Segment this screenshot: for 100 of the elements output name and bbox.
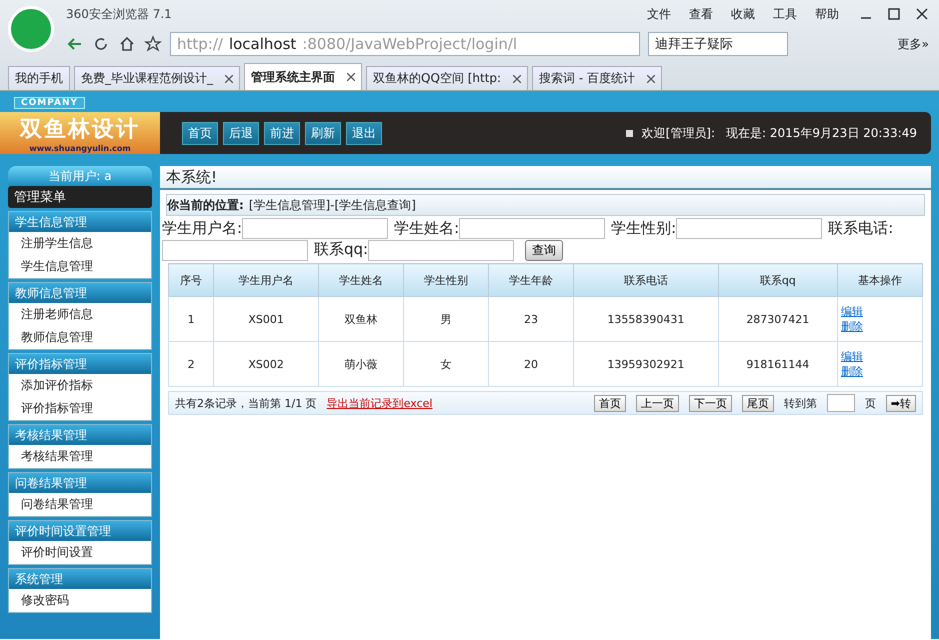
field-label: 联系qq: — [314, 240, 368, 258]
bullet-icon — [626, 130, 633, 136]
menu-item[interactable]: 评价时间设置 — [9, 541, 151, 564]
edit-link[interactable]: 编辑 — [840, 349, 863, 364]
field-label: 联系电话: — [828, 219, 894, 237]
menu-item[interactable]: 修改密码 — [9, 589, 151, 612]
input-field[interactable] — [368, 240, 514, 261]
menu-group-header[interactable]: 系统管理 — [9, 569, 151, 589]
pager-button[interactable]: 尾页 — [742, 394, 774, 412]
column-header: 学生性别 — [404, 264, 489, 297]
input-field[interactable] — [162, 240, 308, 261]
current-user: 当前用户: a — [8, 166, 152, 186]
menu-item[interactable]: 评价指标管理 — [9, 397, 151, 420]
menu-item[interactable]: 教师信息管理 — [9, 326, 151, 349]
table-cell: 13959302921 — [574, 342, 718, 387]
table-cell: 萌小薇 — [318, 342, 404, 387]
page-input[interactable] — [826, 394, 855, 412]
page-label: 页 — [864, 396, 876, 411]
close-icon[interactable] — [915, 7, 929, 21]
address-field[interactable]: http:// localhost :8080/JavaWebProject/login/l — [170, 32, 640, 56]
pager-button[interactable]: 上一页 — [636, 394, 679, 412]
delete-link[interactable]: 删除 — [840, 319, 863, 334]
close-icon[interactable] — [347, 73, 355, 81]
menu-item[interactable]: 注册老师信息 — [9, 303, 151, 326]
site-logo: 双鱼林设计 www.shuangyulin.com — [0, 112, 160, 154]
nav-button[interactable]: 首页 — [182, 122, 218, 144]
browser-tab[interactable]: 管理系统主界面 — [244, 63, 362, 90]
current-time: 现在是: 2015年9月23日 20:33:49 — [726, 124, 917, 142]
menu-item[interactable]: 注册学生信息 — [9, 232, 151, 255]
scrolling-notice: 本系统! — [160, 166, 931, 190]
table-cell: XS001 — [214, 296, 319, 342]
menu-group-header[interactable]: 评价时间设置管理 — [9, 521, 151, 541]
goto-label: 转到第 — [784, 396, 817, 411]
nav-button[interactable]: 后退 — [223, 122, 259, 144]
delete-link[interactable]: 删除 — [840, 364, 863, 380]
pager-button[interactable]: 下一页 — [688, 394, 732, 412]
menu-item[interactable]: 收藏 — [731, 6, 755, 22]
refresh-icon[interactable] — [92, 35, 110, 53]
close-icon[interactable] — [225, 74, 233, 82]
browser-tab[interactable]: 我的手机 — [8, 66, 70, 90]
export-link[interactable]: 导出当前记录到excel — [326, 396, 432, 411]
record-summary: 共有2条记录，当前第 1/1 页 — [175, 396, 317, 411]
edit-link[interactable]: 编辑 — [840, 304, 863, 320]
maximize-icon[interactable] — [887, 7, 901, 21]
menu-item[interactable]: 文件 — [647, 6, 671, 22]
menu-item[interactable]: 添加评价指标 — [9, 374, 151, 397]
company-badge: COMPANY — [14, 97, 85, 109]
menu-item[interactable]: 帮助 — [815, 6, 839, 22]
menu-item[interactable]: 考核结果管理 — [9, 445, 151, 468]
nav-button[interactable]: 刷新 — [305, 122, 341, 144]
star-icon[interactable] — [144, 35, 162, 53]
table-cell: 23 — [488, 296, 574, 342]
more-menu[interactable]: 更多» — [898, 36, 929, 52]
menu-item[interactable]: 学生信息管理 — [9, 255, 151, 278]
go-button[interactable]: ➡转 — [886, 394, 916, 412]
column-header: 联系电话 — [574, 264, 718, 297]
browser-tab[interactable]: 双鱼林的QQ空间 [http: — [366, 66, 528, 90]
column-header: 学生年龄 — [488, 264, 574, 297]
table-cell: XS002 — [214, 342, 319, 387]
menu-item[interactable]: 工具 — [773, 6, 797, 22]
column-header: 联系qq — [718, 264, 838, 297]
menu-title: 管理菜单 — [8, 186, 152, 208]
table-cell: 918161144 — [718, 342, 838, 387]
input-field[interactable] — [242, 218, 388, 240]
search-field[interactable]: 迪拜王子疑际 — [648, 32, 788, 56]
menu-group-header[interactable]: 问卷结果管理 — [9, 473, 151, 493]
query-button[interactable]: 查询 — [524, 240, 563, 262]
menu-group-header[interactable]: 教师信息管理 — [9, 283, 151, 303]
table-cell: 男 — [404, 296, 489, 342]
table-cell: 287307421 — [718, 296, 838, 342]
nav-button[interactable]: 前进 — [264, 122, 300, 144]
table-cell: 双鱼林 — [318, 296, 404, 342]
column-header: 学生用户名 — [214, 264, 319, 297]
table-cell: 1 — [168, 296, 214, 342]
table-cell: 20 — [488, 342, 574, 387]
close-icon[interactable] — [647, 74, 656, 82]
welcome-text: 欢迎[管理员]: — [642, 124, 715, 142]
table-cell: 女 — [404, 342, 489, 387]
table-cell: 2 — [168, 342, 214, 387]
pager-button[interactable]: 首页 — [594, 394, 626, 412]
browser-tab[interactable]: 搜索词 - 百度统计 — [532, 66, 662, 90]
nav-button[interactable]: 退出 — [346, 122, 382, 144]
browser-tab[interactable]: 免费_毕业课程范例设计_ — [74, 66, 240, 90]
home-icon[interactable] — [118, 35, 136, 53]
table-cell: 13558390431 — [574, 296, 718, 342]
column-header: 基本操作 — [837, 264, 922, 297]
column-header: 学生姓名 — [318, 264, 404, 297]
field-label: 学生性别: — [611, 219, 676, 237]
close-icon[interactable] — [513, 74, 522, 82]
browser-logo-icon[interactable] — [8, 6, 54, 52]
menu-group-header[interactable]: 考核结果管理 — [9, 425, 151, 445]
menu-item[interactable]: 查看 — [689, 6, 713, 22]
menu-group-header[interactable]: 评价指标管理 — [9, 354, 151, 374]
field-label: 学生用户名: — [162, 219, 242, 237]
column-header: 序号 — [168, 264, 214, 297]
menu-item[interactable]: 问卷结果管理 — [9, 493, 151, 516]
window-title: 360安全浏览器 7.1 — [66, 6, 173, 22]
input-field[interactable] — [676, 218, 822, 240]
input-field[interactable] — [459, 218, 606, 240]
menu-group-header[interactable]: 学生信息管理 — [9, 212, 151, 232]
